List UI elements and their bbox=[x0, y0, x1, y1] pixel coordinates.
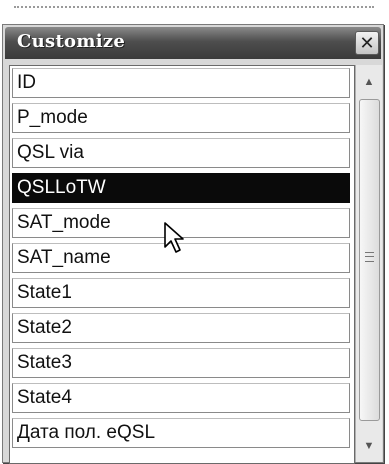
scroll-grip-icon bbox=[365, 252, 374, 262]
dialog-title: Customize bbox=[17, 31, 126, 52]
chevron-down-icon: ▼ bbox=[363, 440, 375, 452]
list-item[interactable]: State1 bbox=[12, 278, 350, 308]
list-item[interactable]: QSL via bbox=[12, 138, 350, 168]
field-list[interactable]: ID P_mode QSL via QSLLoTW SAT_mode SAT_n… bbox=[9, 65, 355, 464]
scroll-thumb[interactable] bbox=[359, 99, 380, 421]
close-button[interactable]: ✕ bbox=[355, 31, 379, 55]
list-item[interactable]: State4 bbox=[12, 383, 350, 413]
close-icon: ✕ bbox=[359, 33, 375, 53]
list-item[interactable]: State3 bbox=[12, 348, 350, 378]
background-window-edge bbox=[14, 6, 374, 9]
customize-dialog: Customize ✕ ID P_mode QSL via QSLLoTW SA… bbox=[2, 24, 384, 464]
scroll-up-button[interactable]: ▲ bbox=[356, 71, 382, 93]
vertical-scrollbar[interactable]: ▲ ▼ bbox=[355, 65, 382, 462]
scroll-down-button[interactable]: ▼ bbox=[356, 435, 382, 457]
list-item[interactable]: Дата пол. eQSL bbox=[12, 418, 350, 448]
title-bar[interactable]: Customize ✕ bbox=[5, 27, 381, 59]
chevron-up-icon: ▲ bbox=[363, 76, 375, 88]
list-item[interactable]: ID bbox=[12, 68, 350, 98]
list-item-selected[interactable]: QSLLoTW bbox=[12, 173, 350, 203]
list-item[interactable]: State2 bbox=[12, 313, 350, 343]
arrow-cursor-icon bbox=[164, 222, 184, 253]
list-item[interactable]: P_mode bbox=[12, 103, 350, 133]
